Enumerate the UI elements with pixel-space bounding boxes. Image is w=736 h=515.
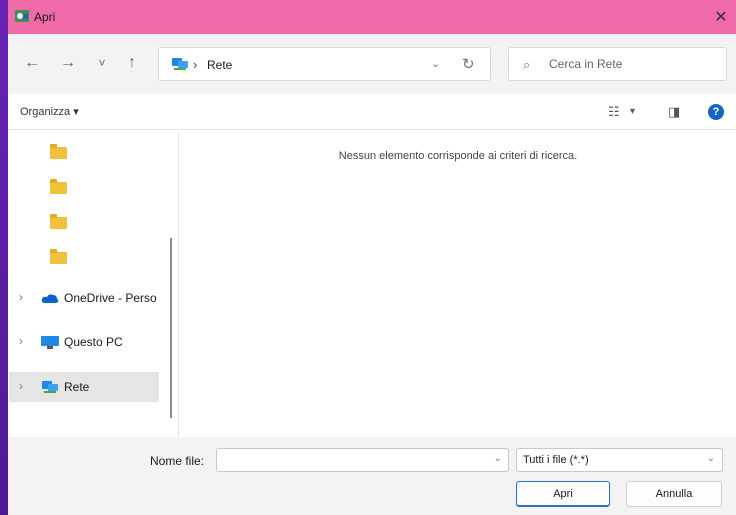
filename-label: Nome file: [150,454,205,468]
arrow-right-icon: → [60,54,76,71]
address-dropdown-icon[interactable]: ⌄ [431,57,440,70]
up-button[interactable]: ↑ [120,51,144,75]
close-icon: ✕ [714,9,728,26]
back-button[interactable]: ← [20,51,44,75]
forward-button[interactable]: → [56,51,80,75]
recent-locations-button[interactable]: ˅ [90,51,114,75]
preview-pane-icon[interactable]: ◨ [668,104,680,120]
open-file-dialog: Apri ✕ ← → ˅ ↑ › Rete ⌄ ↻ ⌕ Cerca in Ret… [8,0,736,515]
navigation-pane: › OneDrive - Perso › Questo PC › Rete [8,131,179,437]
sidebar-item-onedrive[interactable]: › OneDrive - Perso [9,283,159,313]
close-button[interactable]: ✕ [706,0,736,34]
window-title: Apri [34,10,56,24]
file-type-value: Tutti i file (*.*) [523,454,589,466]
expand-chevron-icon[interactable]: › [19,379,23,393]
folder-icon[interactable] [50,179,67,194]
filename-input[interactable] [223,453,478,467]
sidebar-item-label: Rete [64,380,90,394]
arrow-left-icon: ← [24,54,40,71]
chevron-down-icon: ⌄ [706,453,715,464]
expand-chevron-icon[interactable]: › [19,334,23,348]
file-type-dropdown[interactable]: Tutti i file (*.*) ⌄ [516,448,723,472]
folder-icon[interactable] [50,214,67,229]
refresh-icon[interactable]: ↻ [462,55,475,73]
search-input[interactable] [549,57,719,71]
search-icon: ⌕ [523,57,531,72]
breadcrumb-separator: › [193,57,198,72]
open-button[interactable]: Apri [516,481,610,507]
navigation-bar: ← → ˅ ↑ › Rete ⌄ ↻ ⌕ [8,34,736,94]
chevron-down-icon[interactable]: ⌄ [494,453,502,464]
expand-chevron-icon[interactable]: › [19,290,23,304]
empty-results-message: Nessun elemento corrisponde ai criteri d… [338,150,578,162]
address-bar[interactable]: › Rete ⌄ ↻ [158,47,491,81]
sidebar-item-rete[interactable]: › Rete [9,372,159,402]
title-bar: Apri ✕ [8,0,736,34]
computer-icon [41,336,59,349]
view-dropdown-icon[interactable]: ▾ [630,106,635,117]
file-list-pane[interactable]: Nessun elemento corrisponde ai criteri d… [180,131,736,437]
network-icon [172,58,188,70]
dialog-footer: Nome file: ⌄ Tutti i file (*.*) ⌄ Apri A… [8,437,736,515]
folder-icon[interactable] [50,144,67,159]
view-options-icon[interactable]: ☷ [608,104,620,120]
desktop-background [0,0,8,515]
help-icon[interactable]: ? [708,104,724,120]
app-icon [15,10,29,22]
cancel-button[interactable]: Annulla [626,481,722,507]
breadcrumb-rete[interactable]: Rete [207,58,232,72]
arrow-up-icon: ↑ [128,54,136,71]
sidebar-item-label: OneDrive - Perso [64,291,157,305]
chevron-down-icon: ˅ [98,56,106,70]
search-box[interactable]: ⌕ [508,47,727,81]
cloud-icon [41,294,59,303]
filename-combobox[interactable]: ⌄ [216,448,509,472]
network-icon [42,381,58,393]
navigation-scrollbar[interactable] [170,238,172,418]
folder-icon[interactable] [50,249,67,264]
sidebar-item-label: Questo PC [64,335,123,349]
sidebar-item-questo-pc[interactable]: › Questo PC [9,327,159,357]
organize-menu-button[interactable]: Organizza ▾ [20,105,79,118]
command-bar: Organizza ▾ ☷ ▾ ◨ ? [8,94,736,130]
